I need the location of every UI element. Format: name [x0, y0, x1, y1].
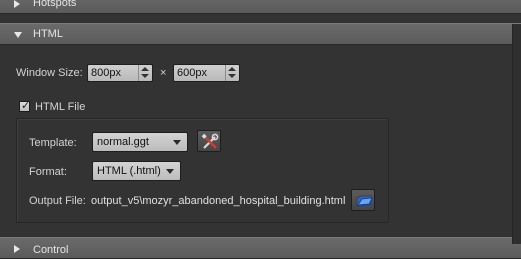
- html-file-label[interactable]: HTML File: [35, 101, 85, 113]
- expanded-arrow-icon: [14, 32, 22, 38]
- window-width-stepper[interactable]: [138, 65, 152, 81]
- format-select[interactable]: HTML (.html): [92, 161, 181, 181]
- checkmark-icon: ✓: [21, 99, 31, 112]
- section-header-html[interactable]: HTML: [0, 23, 521, 45]
- collapsed-arrow-icon: [14, 245, 20, 253]
- size-separator: ×: [160, 67, 167, 79]
- section-title-control: Control: [33, 244, 69, 256]
- folder-icon: [356, 195, 373, 207]
- output-file-path: output_v5\mozyr_abandoned_hospital_build…: [91, 195, 346, 207]
- template-value: normal.ggt: [97, 136, 149, 148]
- chevron-down-icon: [173, 140, 181, 145]
- template-select[interactable]: normal.ggt: [92, 132, 188, 152]
- format-label: Format:: [29, 166, 67, 178]
- html-file-checkbox[interactable]: ✓: [19, 99, 31, 112]
- edit-template-button[interactable]: [197, 130, 221, 152]
- decrement-arrow-icon[interactable]: [228, 74, 236, 78]
- template-label: Template:: [29, 137, 77, 149]
- window-width-value: 800px: [91, 67, 121, 79]
- section-header-control[interactable]: Control: [0, 237, 521, 259]
- collapsed-arrow-icon: [14, 0, 20, 8]
- format-value: HTML (.html): [97, 165, 161, 177]
- output-file-label: Output File:: [29, 195, 86, 207]
- section-title-hotspots: Hotspots: [33, 0, 77, 9]
- decrement-arrow-icon[interactable]: [141, 74, 149, 78]
- increment-arrow-icon[interactable]: [141, 67, 149, 71]
- browse-output-button[interactable]: [351, 189, 375, 211]
- increment-arrow-icon[interactable]: [228, 67, 236, 71]
- scrollbar-track[interactable]: [512, 24, 521, 244]
- tools-icon: [201, 133, 219, 149]
- chevron-down-icon: [166, 169, 174, 174]
- window-height-value: 600px: [177, 67, 207, 79]
- section-header-hotspots[interactable]: Hotspots: [0, 0, 521, 14]
- section-title-html: HTML: [33, 28, 63, 40]
- window-height-input[interactable]: 600px: [173, 64, 240, 82]
- window-size-label: Window Size:: [16, 67, 83, 79]
- window-height-stepper[interactable]: [225, 65, 239, 81]
- window-width-input[interactable]: 800px: [87, 64, 153, 82]
